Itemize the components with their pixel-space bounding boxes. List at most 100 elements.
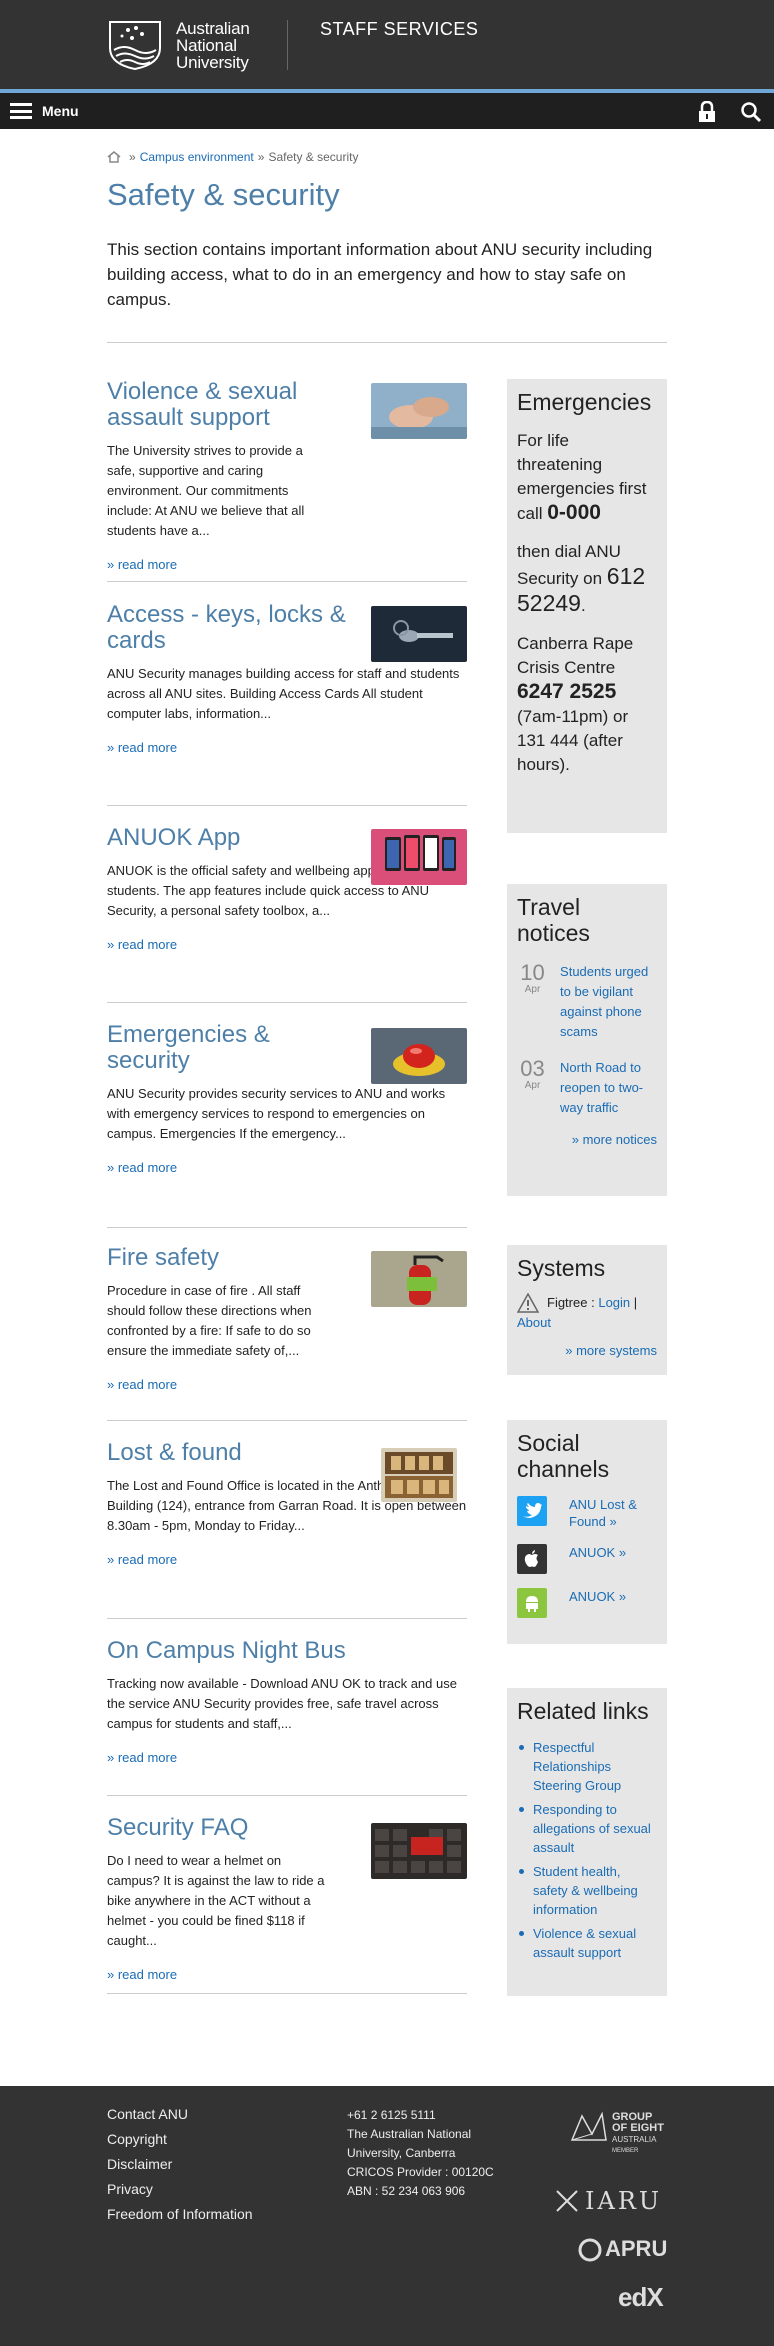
footer-link-copyright[interactable]: Copyright [107, 2127, 253, 2152]
emergency-text: then dial ANU Security on [517, 542, 621, 588]
emergencies-title: Emergencies [517, 389, 652, 415]
group-of-eight-logo[interactable]: GROUP OF EIGHT AUSTRALIA MEMBER [568, 2110, 668, 2160]
emergency-text: Canberra Rape Crisis Centre [517, 634, 634, 677]
notice-item: 03 Apr North Road to reopen to two-way t… [517, 1058, 657, 1118]
social-channels-box: Social channels ANU Lost & Found » ANUOK… [507, 1420, 667, 1644]
notice-date: 03 Apr [517, 1058, 548, 1118]
social-item: ANUOK » [517, 1588, 657, 1618]
breadcrumb-link-campus-environment[interactable]: Campus environment [140, 150, 254, 164]
article-title[interactable]: Fire safety [107, 1245, 357, 1271]
emergencies-box: Emergencies For life threatening emergen… [507, 379, 667, 833]
faq-keyboard-photo[interactable] [371, 1823, 467, 1879]
lost-found-sign[interactable] [381, 1448, 457, 1502]
iaru-text: IARU [585, 2187, 663, 2215]
figtree-about-link[interactable]: About [517, 1313, 551, 1333]
divider [107, 342, 667, 343]
breadcrumb-separator: » [257, 150, 265, 164]
read-more-link[interactable]: » read more [107, 1967, 467, 1982]
figtree-login-link[interactable]: Login [598, 1293, 630, 1313]
menu-bar: Menu [0, 93, 774, 129]
footer-link-contact[interactable]: Contact ANU [107, 2102, 253, 2127]
android-icon[interactable] [517, 1588, 547, 1618]
article-anuok-app: ANUOK App ANUOK is the official safety a… [107, 825, 467, 952]
article-title[interactable]: Emergencies & security [107, 1022, 357, 1074]
article-summary: Do I need to wear a helmet on campus? It… [107, 1853, 325, 1948]
keys-photo[interactable] [371, 606, 467, 662]
go8-icon [570, 2111, 607, 2141]
article-access-keys-locks-cards: Access - keys, locks & cards ANU Securit… [107, 602, 467, 755]
edx-logo[interactable]: edX [618, 2282, 664, 2313]
notice-link[interactable]: North Road to reopen to two-way traffic [560, 1058, 657, 1118]
travel-notices-title: Travel notices [517, 894, 590, 946]
notice-day: 10 [520, 960, 545, 985]
social-link[interactable]: ANUOK » [569, 1588, 657, 1605]
divider [107, 1002, 467, 1003]
emergency-anu-security: then dial ANU Security on 612 52249. [517, 540, 657, 618]
travel-notices-box: Travel notices 10 Apr Students urged to … [507, 884, 667, 1196]
page-title: Safety & security [107, 177, 340, 212]
site-header: Australian National University STAFF SER… [0, 0, 774, 89]
apru-logo[interactable]: APRU [577, 2236, 667, 2266]
social-link[interactable]: ANU Lost & Found » [569, 1496, 657, 1530]
related-link[interactable]: Responding to allegations of sexual assa… [533, 1802, 651, 1855]
article-title[interactable]: ANUOK App [107, 825, 357, 851]
read-more-link[interactable]: » read more [107, 1160, 467, 1175]
footer-phone: +61 2 6125 5111 [347, 2108, 436, 2122]
more-notices-link[interactable]: » more notices [517, 1132, 657, 1147]
notice-date: 10 Apr [517, 962, 548, 1042]
notice-month: Apr [524, 984, 541, 995]
more-systems-link[interactable]: » more systems [517, 1343, 657, 1358]
footer-link-foi[interactable]: Freedom of Information [107, 2202, 253, 2227]
home-icon[interactable] [107, 151, 121, 163]
list-item: Student health, safety & wellbeing infor… [517, 1862, 657, 1919]
social-item: ANU Lost & Found » [517, 1496, 657, 1530]
phones-photo[interactable] [371, 829, 467, 885]
go8-text: OF EIGHT [612, 2122, 664, 2134]
alarm-button-photo[interactable] [371, 1028, 467, 1084]
intro-text: This section contains important informat… [107, 240, 653, 309]
twitter-icon[interactable] [517, 1496, 547, 1526]
read-more-link[interactable]: » read more [107, 937, 467, 952]
read-more-link[interactable]: » read more [107, 1750, 467, 1765]
read-more-link[interactable]: » read more [107, 740, 467, 755]
system-figtree: Figtree : Login | About [517, 1293, 657, 1333]
systems-title: Systems [517, 1255, 606, 1281]
article-title[interactable]: Lost & found [107, 1440, 357, 1466]
footer-address: The Australian National [347, 2127, 472, 2141]
article-title[interactable]: Security FAQ [107, 1815, 357, 1841]
read-more-link[interactable]: » read more [107, 1552, 467, 1567]
article-title[interactable]: Access - keys, locks & cards [107, 602, 357, 654]
hands-photo[interactable] [371, 383, 467, 439]
divider [107, 1795, 467, 1796]
iaru-logo[interactable]: IARU [555, 2187, 665, 2217]
footer-links: Contact ANU Copyright Disclaimer Privacy… [107, 2102, 253, 2227]
logo-line: National [176, 36, 237, 55]
divider [107, 1227, 467, 1228]
anu-crest-icon[interactable] [106, 20, 164, 70]
related-link[interactable]: Violence & sexual assault support [533, 1926, 636, 1960]
system-separator: | [633, 1295, 638, 1310]
university-name[interactable]: Australian National University [176, 20, 250, 71]
lock-icon[interactable] [697, 101, 717, 123]
read-more-link[interactable]: » read more [107, 557, 467, 572]
social-link[interactable]: ANUOK » [569, 1544, 657, 1561]
menu-button[interactable]: Menu [10, 93, 79, 129]
site-name[interactable]: STAFF SERVICES [320, 19, 478, 40]
footer-link-privacy[interactable]: Privacy [107, 2177, 253, 2202]
related-link[interactable]: Respectful Relationships Steering Group [533, 1740, 621, 1793]
article-title[interactable]: On Campus Night Bus [107, 1638, 467, 1664]
related-links-box: Related links Respectful Relationships S… [507, 1688, 667, 1996]
system-name: Figtree [547, 1295, 588, 1310]
apple-icon[interactable] [517, 1544, 547, 1574]
article-fire-safety: Fire safety Procedure in case of fire . … [107, 1245, 467, 1392]
footer-link-disclaimer[interactable]: Disclaimer [107, 2152, 253, 2177]
iaru-icon [556, 2190, 578, 2212]
article-title[interactable]: Violence & sexual assault support [107, 379, 357, 431]
fire-extinguisher-photo[interactable] [371, 1251, 467, 1307]
read-more-link[interactable]: » read more [107, 1377, 467, 1392]
article-summary: Tracking now available - Download ANU OK… [107, 1676, 457, 1731]
search-icon[interactable] [740, 101, 762, 123]
notice-link[interactable]: Students urged to be vigilant against ph… [560, 962, 657, 1042]
article-summary: The University strives to provide a safe… [107, 443, 305, 538]
related-link[interactable]: Student health, safety & wellbeing infor… [533, 1864, 638, 1917]
